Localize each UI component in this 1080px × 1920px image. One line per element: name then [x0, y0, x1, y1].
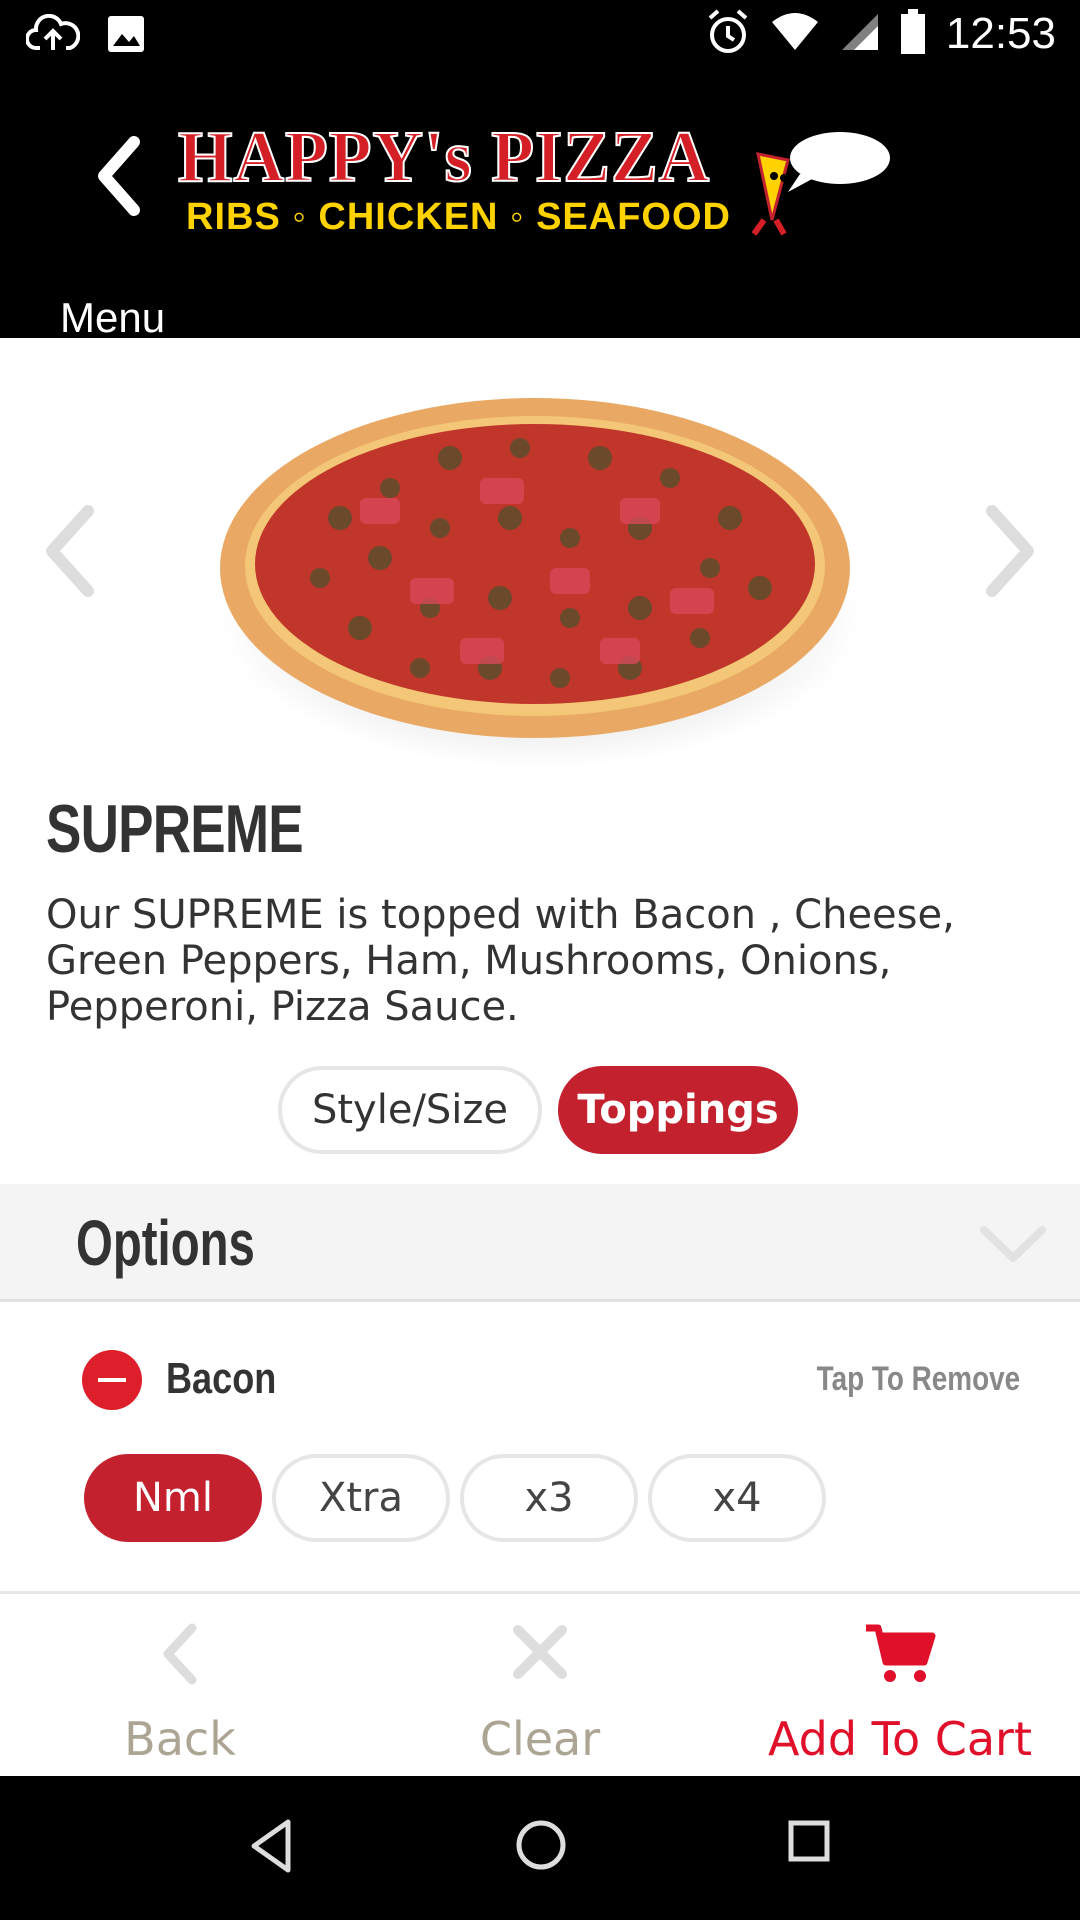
- menu-back-button[interactable]: Menu: [54, 136, 194, 341]
- close-icon: [513, 1625, 567, 1679]
- previous-arrow-icon[interactable]: [40, 503, 100, 599]
- app-header: Menu HAPPY's PIZZA RIBS ◦ CHICKEN ◦ SEAF…: [0, 76, 1080, 341]
- topping-row: Bacon Tap To Remove Nml Xtra x3 x4: [0, 1304, 1080, 1594]
- recents-square-icon[interactable]: [786, 1818, 832, 1864]
- product-description: Our SUPREME is topped with Bacon , Chees…: [46, 892, 955, 1030]
- qty-extra-button[interactable]: Xtra: [272, 1454, 450, 1542]
- next-arrow-icon[interactable]: [980, 503, 1040, 599]
- back-chevron-icon: [98, 136, 140, 216]
- logo-title: HAPPY's PIZZA: [177, 116, 711, 199]
- back-triangle-icon[interactable]: [248, 1818, 294, 1874]
- logo-subtitle: RIBS ◦ CHICKEN ◦ SEAFOOD: [186, 196, 731, 238]
- product-image-carousel: [0, 338, 1080, 768]
- tab-style-size[interactable]: Style/Size: [278, 1066, 542, 1154]
- tab-toppings[interactable]: Toppings: [558, 1066, 798, 1154]
- bottom-action-bar: Back Clear Add To Cart: [0, 1596, 1080, 1776]
- back-label: Back: [124, 1712, 236, 1766]
- menu-label: Menu: [60, 294, 166, 341]
- battery-icon: [900, 9, 926, 59]
- mascot-icon: [751, 132, 890, 236]
- qty-x4-button[interactable]: x4: [648, 1454, 826, 1542]
- alarm-icon: [706, 8, 750, 60]
- pizza-image: [220, 398, 860, 768]
- wifi-icon: [770, 12, 820, 56]
- cart-icon: [866, 1624, 936, 1682]
- system-navigation-bar: [0, 1776, 1080, 1920]
- status-bar: 12:53: [0, 0, 1080, 76]
- back-button[interactable]: Back: [0, 1596, 360, 1776]
- remove-topping-icon[interactable]: [82, 1350, 142, 1410]
- tap-to-remove-hint[interactable]: Tap To Remove: [817, 1360, 1020, 1399]
- product-title: SUPREME: [46, 791, 304, 867]
- qty-normal-button[interactable]: Nml: [84, 1454, 262, 1542]
- clear-button[interactable]: Clear: [360, 1596, 720, 1776]
- option-tabs: Style/Size Toppings: [278, 1066, 798, 1154]
- add-to-cart-label: Add To Cart: [768, 1712, 1032, 1766]
- cloud-upload-icon: [25, 13, 81, 58]
- image-icon: [106, 14, 146, 58]
- qty-x3-button[interactable]: x3: [460, 1454, 638, 1542]
- status-time: 12:53: [945, 9, 1056, 58]
- signal-icon: [840, 12, 880, 56]
- clear-label: Clear: [479, 1712, 601, 1766]
- chevron-down-icon: [980, 1226, 1046, 1262]
- happys-pizza-logo: HAPPY's PIZZA RIBS ◦ CHICKEN ◦ SEAFOOD: [177, 116, 908, 248]
- options-section-header[interactable]: Options: [0, 1184, 1080, 1302]
- home-circle-icon[interactable]: [514, 1818, 568, 1872]
- chevron-left-icon: [163, 1623, 197, 1685]
- topping-name: Bacon: [166, 1354, 277, 1403]
- add-to-cart-button[interactable]: Add To Cart: [720, 1596, 1080, 1776]
- quantity-selector: Nml Xtra x3 x4: [84, 1454, 826, 1542]
- options-title: Options: [76, 1207, 255, 1279]
